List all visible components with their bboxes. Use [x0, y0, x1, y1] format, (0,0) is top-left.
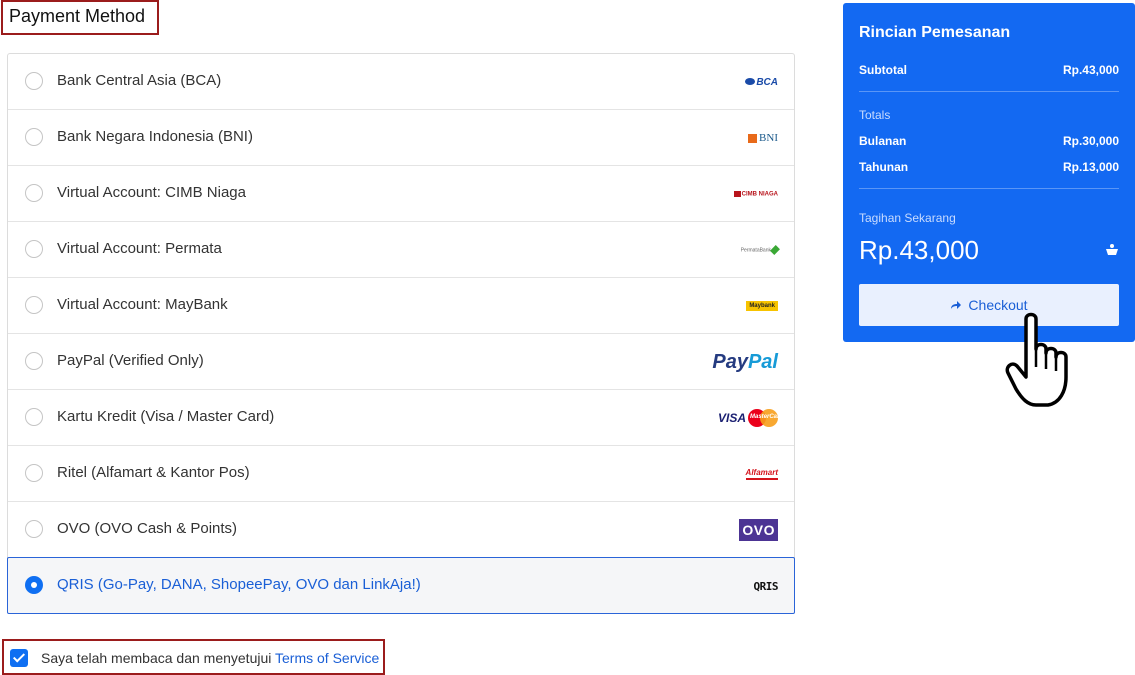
payment-option-bca[interactable]: Bank Central Asia (BCA) BCA: [8, 54, 794, 110]
monthly-value: Rp.30,000: [1062, 134, 1119, 148]
qris-logo: QRIS: [753, 579, 779, 593]
order-summary-panel: Rincian Pemesanan Subtotal Rp.43,000 Tot…: [843, 3, 1135, 342]
payment-option-label: Kartu Kredit (Visa / Master Card): [57, 408, 275, 425]
visa-mastercard-logo: VISA MasterCard: [717, 409, 784, 427]
terms-checkbox[interactable]: [10, 649, 28, 667]
payment-option-cimb-niaga[interactable]: Virtual Account: CIMB Niaga CIMB NIAGA: [8, 166, 794, 222]
payment-option-label: Virtual Account: Permata: [57, 240, 222, 257]
payment-option-credit-card[interactable]: Kartu Kredit (Visa / Master Card) VISA M…: [8, 390, 794, 446]
payment-methods-list: Bank Central Asia (BCA) BCA Bank Negara …: [7, 53, 795, 614]
payment-option-bni[interactable]: Bank Negara Indonesia (BNI) BNI: [8, 110, 794, 166]
order-summary-title: Rincian Pemesanan: [859, 24, 1011, 41]
bca-logo: BCA: [745, 54, 778, 110]
radio-button[interactable]: [25, 520, 43, 538]
divider: [859, 91, 1119, 92]
payment-option-label: Ritel (Alfamart & Kantor Pos): [57, 464, 250, 481]
radio-button[interactable]: [25, 128, 43, 146]
ovo-logo: OVO: [739, 502, 778, 558]
terms-of-service-link[interactable]: Terms of Service: [275, 650, 379, 666]
payment-option-label: Bank Central Asia (BCA): [57, 72, 222, 89]
bni-logo: BNI: [748, 110, 778, 166]
payment-option-label: QRIS (Go-Pay, DANA, ShopeePay, OVO dan L…: [57, 576, 421, 593]
radio-button[interactable]: [25, 296, 43, 314]
radio-button[interactable]: [25, 352, 43, 370]
maybank-logo: Maybank: [746, 278, 778, 334]
payment-option-label: Bank Negara Indonesia (BNI): [57, 128, 253, 145]
payment-option-label: PayPal (Verified Only): [57, 352, 204, 369]
amount-due-value: Rp.43,000: [859, 235, 979, 265]
hand-pointer-icon: [1005, 312, 1068, 407]
subtotal-label: Subtotal: [859, 63, 907, 77]
checkout-button[interactable]: Checkout: [859, 284, 1119, 326]
radio-button[interactable]: [25, 184, 43, 202]
yearly-value: Rp.13,000: [1062, 160, 1119, 174]
terms-text: Saya telah membaca dan menyetujui Terms …: [41, 650, 380, 666]
radio-button[interactable]: [25, 464, 43, 482]
cimb-niaga-logo: CIMB NIAGA: [733, 166, 778, 222]
monthly-label: Bulanan: [859, 134, 907, 148]
radio-button[interactable]: [25, 72, 43, 90]
radio-button[interactable]: [25, 240, 43, 258]
payment-option-paypal[interactable]: PayPal (Verified Only) PayPal: [8, 334, 794, 390]
totals-label: Totals: [859, 108, 891, 122]
alfamart-logo: Alfamart: [745, 446, 778, 502]
payment-option-ovo[interactable]: OVO (OVO Cash & Points) OVO: [8, 502, 794, 558]
payment-option-permata[interactable]: Virtual Account: Permata PermataBank: [8, 222, 794, 278]
yearly-label: Tahunan: [859, 160, 909, 174]
divider: [859, 188, 1119, 189]
payment-method-title-box: Payment Method: [1, 0, 159, 35]
subtotal-value: Rp.43,000: [1062, 63, 1119, 77]
radio-button[interactable]: [25, 408, 43, 426]
payment-option-retail[interactable]: Ritel (Alfamart & Kantor Pos) Alfamart: [8, 446, 794, 502]
permata-logo: PermataBank: [741, 222, 780, 278]
arrow-right-icon: [951, 300, 962, 309]
paypal-logo: PayPal: [712, 350, 778, 373]
payment-option-maybank[interactable]: Virtual Account: MayBank Maybank: [8, 278, 794, 334]
payment-option-label: Virtual Account: CIMB Niaga: [57, 184, 246, 201]
amount-due-label: Tagihan Sekarang: [859, 211, 956, 225]
payment-option-label: OVO (OVO Cash & Points): [57, 520, 238, 537]
cart-icon: [1106, 244, 1118, 255]
radio-button-checked[interactable]: [25, 576, 43, 594]
payment-option-label: Virtual Account: MayBank: [57, 296, 228, 313]
payment-option-qris[interactable]: QRIS (Go-Pay, DANA, ShopeePay, OVO dan L…: [7, 557, 795, 614]
terms-agreement: Saya telah membaca dan menyetujui Terms …: [2, 639, 385, 675]
payment-method-title: Payment Method: [9, 6, 146, 26]
mastercard-logo: MasterCard: [748, 409, 783, 427]
